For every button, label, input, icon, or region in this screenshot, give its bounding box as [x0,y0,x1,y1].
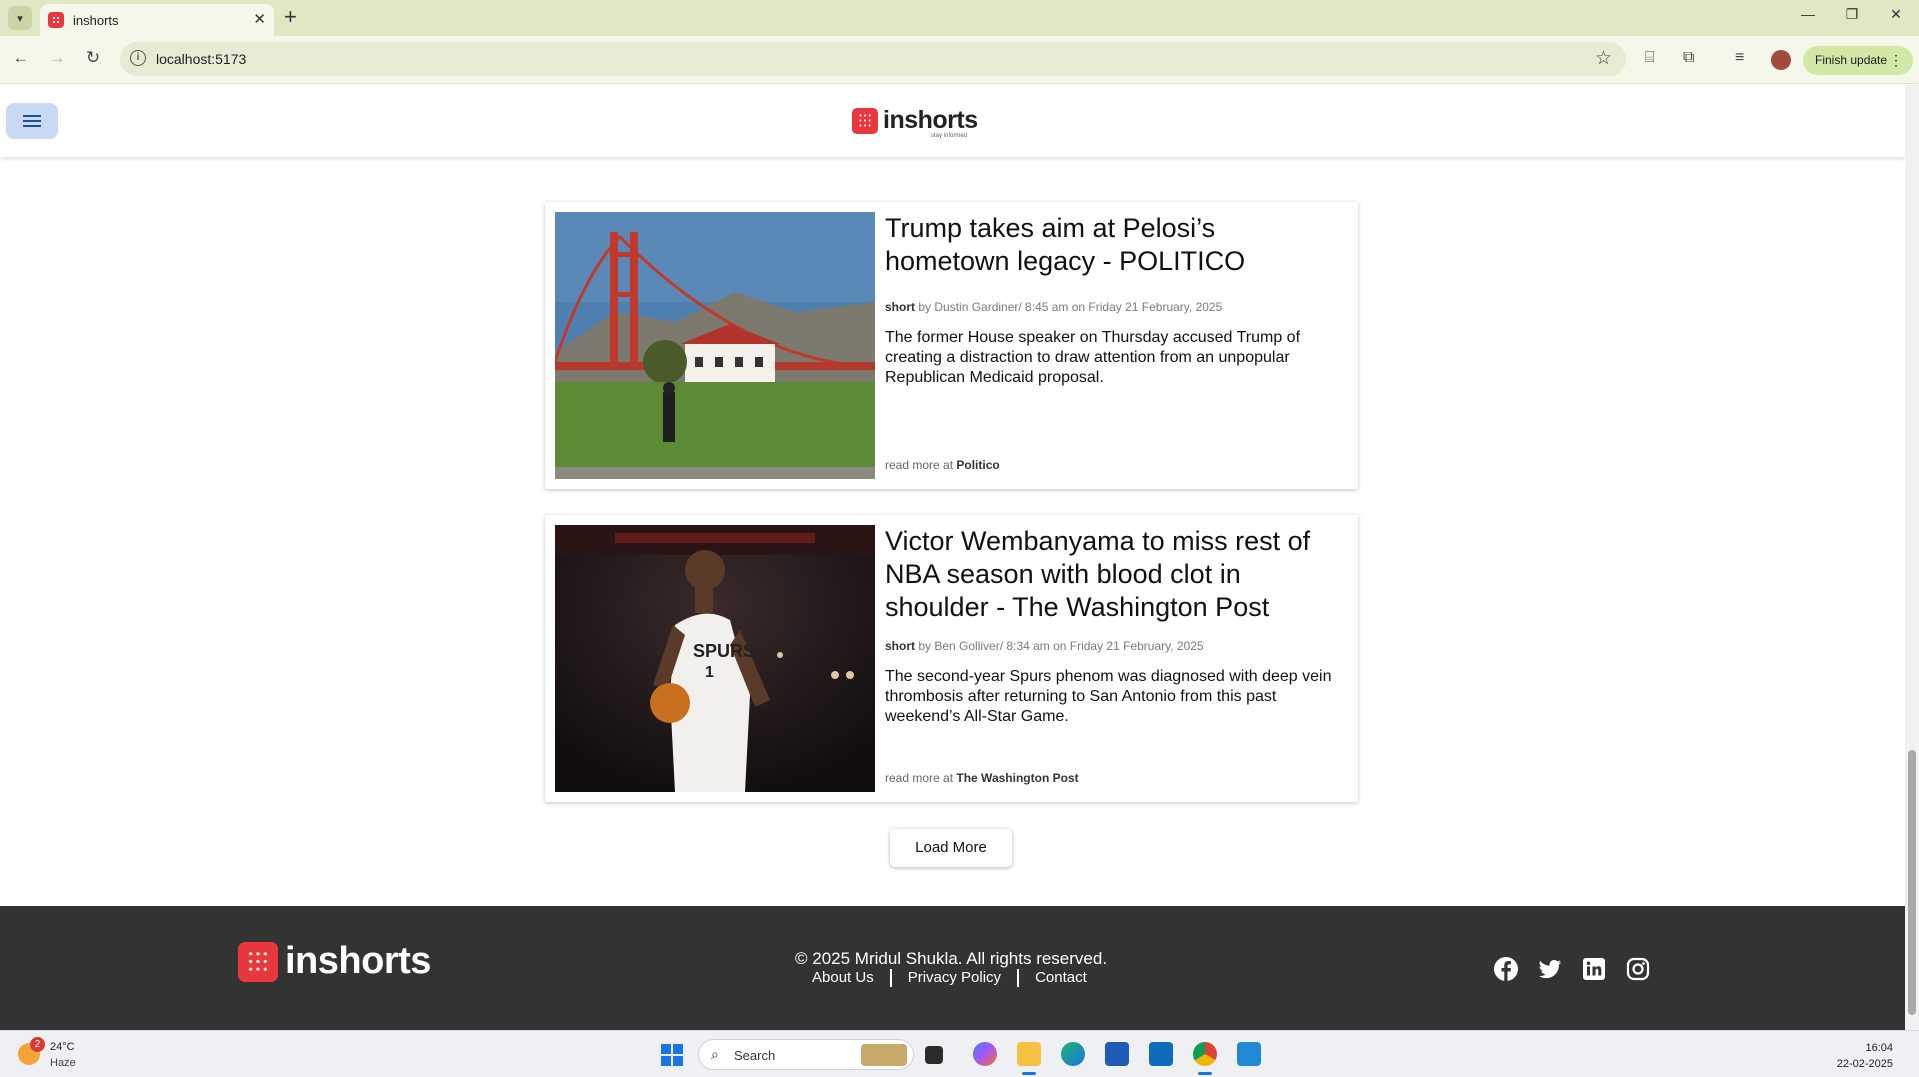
scrollbar-thumb[interactable] [1908,750,1916,1015]
svg-text:1: 1 [705,664,714,681]
copyright-text: © 2025 Mridul Shukla. All rights reserve… [795,949,1108,968]
restore-icon[interactable]: ❐ [1842,6,1862,23]
page-scrollbar[interactable] [1905,85,1919,1030]
header-tagline: stay informed [931,133,968,139]
read-more-line: read more at The Washington Post [885,771,1079,785]
chrome-icon[interactable] [1193,1042,1217,1066]
read-more-line: read more at Politico [885,458,1000,472]
twitter-icon[interactable] [1538,957,1562,981]
search-highlight-image [861,1044,907,1066]
outlook-icon[interactable] [1149,1042,1173,1066]
taskbar-search-placeholder: Search [734,1048,776,1063]
finish-update-label: Finish update [1815,53,1888,67]
copilot-icon[interactable] [973,1042,997,1066]
article-card: Trump takes aim at Pelosi’s hometown leg… [545,202,1358,489]
weather-badge: 2 [30,1037,45,1052]
task-view-icon[interactable] [925,1046,943,1064]
inshorts-logo-icon [238,941,278,982]
footer-link-contact[interactable]: Contact [1019,969,1103,987]
url-text[interactable]: localhost:5173 [156,51,246,67]
vscode-icon[interactable] [1237,1042,1261,1066]
article-card: SPURS 1 Victor Wembanyama to miss rest o… [545,515,1358,802]
basketball-player-photo: SPURS 1 [555,525,875,792]
file-explorer-active-indicator [1022,1072,1036,1075]
article-tag: short [885,639,915,653]
tab-title: inshorts [73,13,119,28]
read-more-source-link[interactable]: The Washington Post [956,771,1078,785]
article-headline[interactable]: Victor Wembanyama to miss rest of NBA se… [885,525,1345,624]
browser-tab[interactable]: inshorts ✕ [40,4,274,36]
read-more-prefix: read more at [885,458,954,472]
minimize-icon[interactable]: — [1798,6,1818,22]
bookmark-star-icon[interactable]: ☆ [1595,47,1612,70]
windows-start-icon[interactable] [661,1044,683,1066]
weather-condition: Haze [50,1057,76,1069]
footer-logo[interactable]: inshorts [238,940,431,983]
footer-link-privacy[interactable]: Privacy Policy [892,969,1020,987]
article-headline[interactable]: Trump takes aim at Pelosi’s hometown leg… [885,212,1345,278]
inshorts-logo-icon [852,107,878,134]
site-footer: inshorts © 2025 Mridul Shukla. All right… [0,906,1905,1030]
footer-logo-text: inshorts [285,940,431,982]
tab-search-button[interactable]: ▾ [8,6,32,30]
article-meta: short by Dustin Gardiner/ 8:45 am on Fri… [885,300,1222,314]
windows-taskbar: 2 24°C Haze ⌕ Search 16:04 22-02-2025 [0,1030,1919,1077]
file-explorer-icon[interactable] [1017,1042,1041,1066]
close-window-icon[interactable]: ✕ [1886,6,1906,23]
read-more-prefix: read more at [885,771,954,785]
weather-temperature: 24°C [50,1041,75,1053]
article-byline: by Dustin Gardiner/ 8:45 am on Friday 21… [918,300,1223,314]
footer-links: About Us Privacy Policy Contact [812,969,1103,987]
edge-icon[interactable] [1061,1042,1085,1066]
article-meta: short by Ben Golliver/ 8:34 am on Friday… [885,639,1204,653]
site-header: inshorts stay informed [0,85,1905,157]
finish-update-button[interactable]: Finish update ⋮ [1803,46,1913,75]
article-summary: The second-year Spurs phenom was diagnos… [885,668,1332,725]
read-more-source-link[interactable]: Politico [956,458,999,472]
microsoft-store-icon[interactable] [1105,1042,1129,1066]
header-logo[interactable]: inshorts [852,106,978,135]
article-tag: short [885,300,915,314]
inshorts-favicon-icon [48,12,64,28]
footer-link-about[interactable]: About Us [812,969,892,987]
chrome-active-indicator [1198,1072,1212,1075]
taskbar-clock[interactable]: 16:04 22-02-2025 [1837,1040,1893,1072]
extensions-icon[interactable]: ⧉ [1683,49,1694,67]
reload-icon[interactable]: ↻ [82,48,104,68]
article-summary: The former House speaker on Thursday acc… [885,329,1301,386]
golden-gate-bridge-photo [555,212,875,479]
header-logo-text: inshorts [883,106,978,134]
clock-time: 16:04 [1865,1042,1893,1054]
back-icon[interactable]: ← [10,48,32,68]
browser-toolbar: ← → ↻ i localhost:5173 ☆ ⌸ ⧉ ≡ Finish up… [0,36,1919,84]
article-byline: by Ben Golliver/ 8:34 am on Friday 21 Fe… [918,639,1204,653]
browser-tab-bar: ▾ inshorts ✕ + — ❐ ✕ [0,0,1919,36]
reading-mode-icon[interactable]: ⌸ [1645,49,1655,67]
media-control-icon[interactable]: ≡ [1735,49,1744,67]
search-icon: ⌕ [711,1046,719,1062]
close-tab-icon[interactable]: ✕ [253,10,266,28]
page-viewport: inshorts stay informed Trump takes aim a… [0,85,1905,1030]
taskbar-search-box[interactable]: ⌕ Search [698,1039,914,1070]
new-tab-button[interactable]: + [284,5,297,29]
profile-avatar[interactable] [1771,50,1791,70]
address-bar[interactable]: i localhost:5173 ☆ [120,42,1626,76]
menu-hamburger-icon[interactable] [6,103,58,139]
load-more-button[interactable]: Load More [890,829,1012,867]
facebook-icon[interactable] [1494,957,1518,981]
svg-text:SPURS: SPURS [693,641,755,661]
clock-date: 22-02-2025 [1836,1058,1893,1070]
linkedin-icon[interactable] [1582,957,1606,981]
more-options-icon[interactable]: ⋮ [1889,52,1903,69]
forward-icon[interactable]: → [46,48,68,68]
site-info-icon[interactable]: i [130,50,146,66]
instagram-icon[interactable] [1626,957,1650,981]
